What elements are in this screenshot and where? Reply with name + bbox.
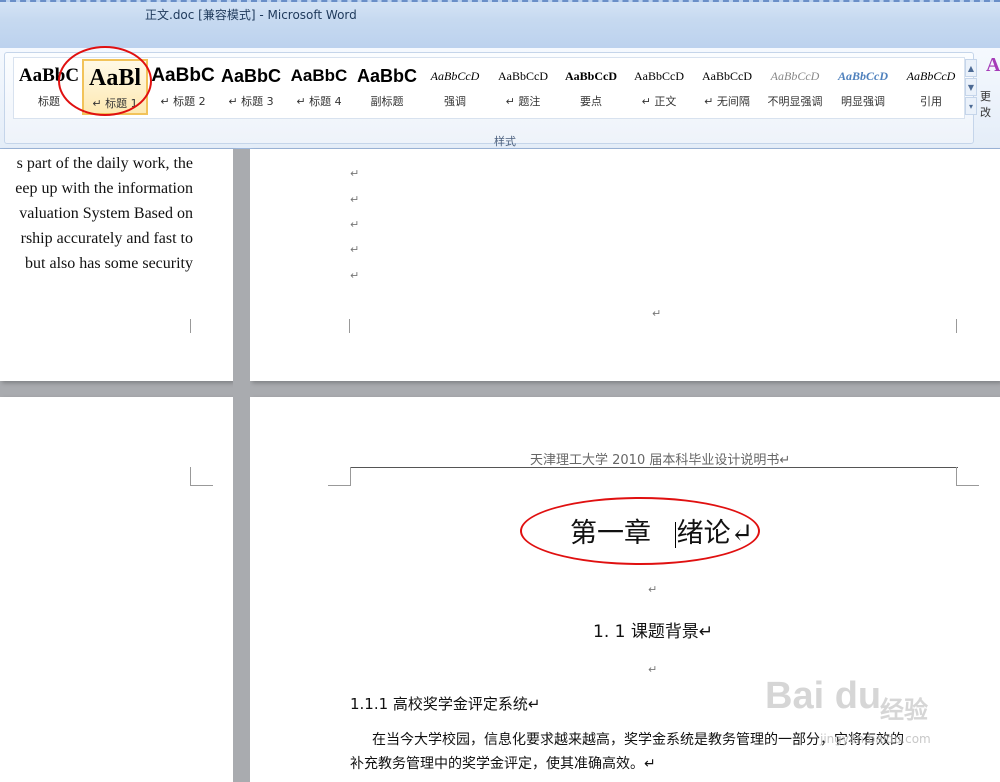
styles-group-label: 样式 bbox=[494, 135, 516, 148]
ribbon: AaBbC 标题 AaBl ↵ 标题 1 AaBbC ↵ 标题 2 AaBbC … bbox=[0, 48, 1000, 149]
header-rule bbox=[350, 467, 958, 468]
paragraph-mark: ↵ bbox=[350, 269, 360, 282]
page-current-left bbox=[0, 397, 233, 782]
text-line: s part of the daily work, the bbox=[16, 155, 193, 172]
style-heading-4[interactable]: AaBbC ↵ 标题 4 bbox=[286, 59, 352, 115]
page-header: 天津理工大学 2010 届本科毕业设计说明书↵ bbox=[530, 453, 791, 468]
style-normal[interactable]: AaBbCcD ↵ 正文 bbox=[626, 59, 692, 115]
text-cursor bbox=[674, 521, 676, 548]
style-subtitle[interactable]: AaBbC 副标题 bbox=[354, 59, 420, 115]
paragraph-mark: ↵ bbox=[350, 167, 360, 180]
scroll-down-icon[interactable]: ▼ bbox=[965, 78, 977, 96]
subsection-title[interactable]: 1.1.1 高校奖学金评定系统↵ bbox=[350, 693, 541, 714]
watermark-url: jingyan.baidu.com bbox=[820, 732, 931, 746]
section-title[interactable]: 1. 1 课题背景↵ bbox=[593, 617, 713, 642]
text-line: rship accurately and fast to bbox=[20, 230, 193, 247]
style-emphasis[interactable]: AaBbCcD 强调 bbox=[422, 59, 488, 115]
crop-mark bbox=[190, 467, 213, 486]
style-heading-2[interactable]: AaBbC ↵ 标题 2 bbox=[150, 59, 216, 115]
window-title: 正文.doc [兼容模式] - Microsoft Word bbox=[145, 8, 357, 22]
paragraph-mark: ↵ bbox=[648, 583, 658, 596]
chapter-title[interactable]: 第一章 绪论↵ bbox=[570, 511, 753, 550]
style-caption[interactable]: AaBbCcD ↵ 题注 bbox=[490, 59, 556, 115]
paragraph-mark: ↵ bbox=[350, 243, 360, 256]
page-previous-left: s part of the daily work, the eep up wit… bbox=[0, 149, 233, 381]
change-styles-icon[interactable]: A bbox=[986, 54, 1000, 77]
text-line: eep up with the information bbox=[15, 180, 193, 197]
paragraph-mark: ↵ bbox=[652, 307, 662, 320]
chapter-number: 第一章 bbox=[570, 518, 651, 549]
crop-mark bbox=[956, 467, 979, 486]
crop-mark bbox=[349, 319, 350, 333]
paragraph-mark: ↵ bbox=[350, 193, 360, 206]
change-styles-button[interactable]: 更改 bbox=[980, 88, 1000, 120]
crop-mark bbox=[328, 467, 351, 486]
styles-gallery: AaBbC 标题 AaBl ↵ 标题 1 AaBbC ↵ 标题 2 AaBbC … bbox=[13, 57, 965, 119]
crop-mark bbox=[190, 319, 191, 333]
paragraph-mark: ↵ bbox=[350, 218, 360, 231]
watermark-brand: Bai du bbox=[765, 675, 882, 717]
title-bar: 正文.doc [兼容模式] - Microsoft Word bbox=[0, 0, 1000, 48]
page-gutter bbox=[233, 149, 250, 782]
paragraph-mark: ↵ bbox=[648, 663, 658, 676]
text-line: but also has some security bbox=[25, 255, 193, 272]
style-title[interactable]: AaBbC 标题 bbox=[16, 59, 82, 115]
style-heading-3[interactable]: AaBbC ↵ 标题 3 bbox=[218, 59, 284, 115]
crop-mark bbox=[956, 319, 957, 333]
chapter-name: 绪论↵ bbox=[676, 518, 754, 549]
gallery-scroll: ▲ ▼ ▾ bbox=[965, 59, 977, 117]
style-quote[interactable]: AaBbCcD 引用 bbox=[898, 59, 964, 115]
page-previous-right: ↵ ↵ ↵ ↵ ↵ ↵ bbox=[250, 149, 1000, 381]
more-styles-icon[interactable]: ▾ bbox=[965, 97, 977, 115]
style-intense-emphasis[interactable]: AaBbCcD 明显强调 bbox=[830, 59, 896, 115]
body-text-line[interactable]: 补充教务管理中的奖学金评定，使其准确高效。↵ bbox=[350, 753, 656, 773]
style-heading-1[interactable]: AaBl ↵ 标题 1 bbox=[82, 59, 148, 115]
text-line: valuation System Based on bbox=[19, 205, 193, 222]
style-subtle-emphasis[interactable]: AaBbCcD 不明显强调 bbox=[762, 59, 828, 115]
style-no-spacing[interactable]: AaBbCcD ↵ 无间隔 bbox=[694, 59, 760, 115]
watermark-cn: 经验 bbox=[880, 696, 928, 724]
styles-group: AaBbC 标题 AaBl ↵ 标题 1 AaBbC ↵ 标题 2 AaBbC … bbox=[4, 52, 977, 148]
scroll-up-icon[interactable]: ▲ bbox=[965, 59, 977, 77]
style-strong[interactable]: AaBbCcD 要点 bbox=[558, 59, 624, 115]
